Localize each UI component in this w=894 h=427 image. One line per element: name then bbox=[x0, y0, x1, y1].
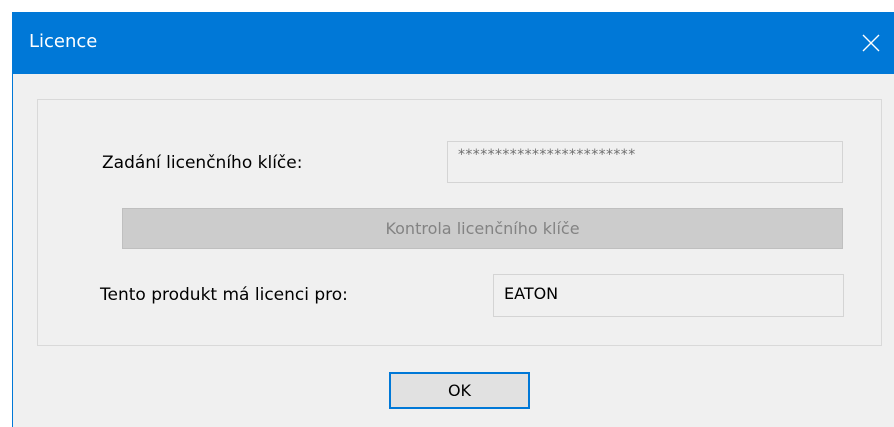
licence-dialog: Licence Zadání licenčního klíče: *******… bbox=[12, 12, 894, 427]
license-key-label: Zadání licenčního klíče: bbox=[102, 153, 303, 173]
license-key-input[interactable]: ************************ bbox=[447, 141, 843, 183]
licensee-label: Tento produkt má licenci pro: bbox=[100, 285, 348, 305]
check-license-key-button[interactable]: Kontrola licenčního klíče bbox=[122, 208, 843, 249]
license-group: Zadání licenčního klíče: ***************… bbox=[37, 99, 882, 346]
dialog-title: Licence bbox=[29, 31, 98, 52]
ok-button[interactable]: OK bbox=[389, 372, 530, 409]
close-icon bbox=[862, 34, 880, 52]
licensee-field: EATON bbox=[493, 274, 844, 317]
close-button[interactable] bbox=[848, 12, 894, 74]
title-bar: Licence bbox=[12, 12, 894, 74]
